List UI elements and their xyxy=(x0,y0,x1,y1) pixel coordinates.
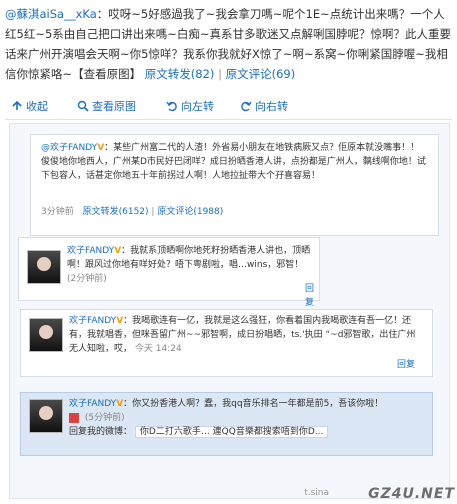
sina-watermark: t.sina xyxy=(304,488,329,498)
avatar xyxy=(27,250,61,284)
comment-original-link[interactable]: 原文评论(69) xyxy=(226,67,296,81)
separator: | xyxy=(151,207,155,217)
comment-user-2[interactable]: 欢子FANDY xyxy=(69,316,116,326)
collapse-label: 收起 xyxy=(26,100,48,113)
rotate-right-label: 向右转 xyxy=(255,100,288,113)
magnifier-icon xyxy=(77,100,89,112)
comment-time-2: 今天 14:24 xyxy=(134,344,182,354)
quoted-repost-link[interactable]: 原文转发(6152) xyxy=(83,207,149,217)
reply-text-3: 你D二打六歌手… 連QQ音樂都搜索唔到你D... xyxy=(134,426,329,438)
collapse-button[interactable]: 收起 xyxy=(11,98,48,114)
reply-link-1[interactable]: 回复 xyxy=(305,282,319,310)
view-original-label: 查看原图 xyxy=(92,100,136,113)
image-toolbar: 收起 查看原图 向左转 向右转 xyxy=(5,95,452,120)
comment-time-3: (5分钟前) xyxy=(84,413,125,423)
reply-link-2[interactable]: 回复 xyxy=(397,358,415,372)
comment-text-1: 欢子FANDYV：我就系顶晒啊你地死籽扮晒香港人讲也，顶晒啊！跟风过你地有咩好处… xyxy=(67,244,313,286)
collapse-arrow-icon xyxy=(11,100,23,112)
quoted-text: @欢子FANDYV：某些广州富二代的人渣！外省易小朋友在地铁病厥又点？佢原本就没… xyxy=(41,141,426,183)
view-original-button[interactable]: 查看原图 xyxy=(77,98,136,114)
quoted-weibo: @欢子FANDYV：某些广州富二代的人渣！外省易小朋友在地铁病厥又点？佢原本就没… xyxy=(30,134,439,236)
comment-time-1: (2分钟前) xyxy=(67,274,107,284)
reply-label-3: 回复我的微博： xyxy=(69,427,133,437)
comment-user-1[interactable]: 欢子FANDY xyxy=(67,246,114,256)
site-watermark: GZ4U.NET xyxy=(368,486,455,502)
rotate-left-label: 向左转 xyxy=(181,100,214,113)
comment-text-2: 欢子FANDYV：我喝歌连有一亿，我就是这么强狂，你看着国内我喝歌连有吾一亿！还… xyxy=(69,314,424,356)
original-image-panel: @欢子FANDYV：某些广州富二代的人渣！外省易小朋友在地铁病厥又点？佢原本就没… xyxy=(9,123,450,499)
repost-original-link[interactable]: 原文转发(82) xyxy=(145,67,215,81)
comment-body-3: ：你又扮香港人啊？蠢，我qq音乐排名一年都是前5，吾该你啦！ xyxy=(123,399,384,409)
avatar xyxy=(29,399,63,433)
rotate-right-icon xyxy=(240,100,252,112)
quoted-user[interactable]: @欢子FANDY xyxy=(41,143,97,153)
quoted-links: 3分钟前 原文转发(6152) | 原文评论(1988) xyxy=(41,204,223,217)
quoted-comment-link[interactable]: 原文评论(1988) xyxy=(157,207,223,217)
comment-card-3: 欢子FANDYV：你又扮香港人啊？蠢，我qq音乐排名一年都是前5，吾该你啦！ (… xyxy=(20,392,433,456)
post-text: @蘇淇aiSa__xKa：哎呀~5好感過我了~我会拿刀嗎~呢个1E~点统计出来嗎… xyxy=(5,4,452,84)
post-user-link[interactable]: @蘇淇aiSa__xKa xyxy=(5,7,97,21)
separator: | xyxy=(218,67,222,81)
comment-card-1: 欢子FANDYV：我就系顶晒啊你地死籽扮晒香港人讲也，顶晒啊！跟风过你地有咩好处… xyxy=(18,237,320,308)
rotate-left-icon xyxy=(166,100,178,112)
comment-user-3[interactable]: 欢子FANDY xyxy=(69,399,116,409)
emoji-icon xyxy=(69,412,79,423)
quoted-time: 3分钟前 xyxy=(41,207,74,217)
comment-card-2: 欢子FANDYV：我喝歌连有一亿，我就是这么强狂，你看着国内我喝歌连有吾一亿！还… xyxy=(20,309,433,377)
rotate-right-button[interactable]: 向右转 xyxy=(240,98,288,114)
comment-text-3: 欢子FANDYV：你又扮香港人啊？蠢，我qq音乐排名一年都是前5，吾该你啦！ (… xyxy=(69,397,424,439)
rotate-left-button[interactable]: 向左转 xyxy=(166,98,214,114)
avatar xyxy=(29,318,63,352)
